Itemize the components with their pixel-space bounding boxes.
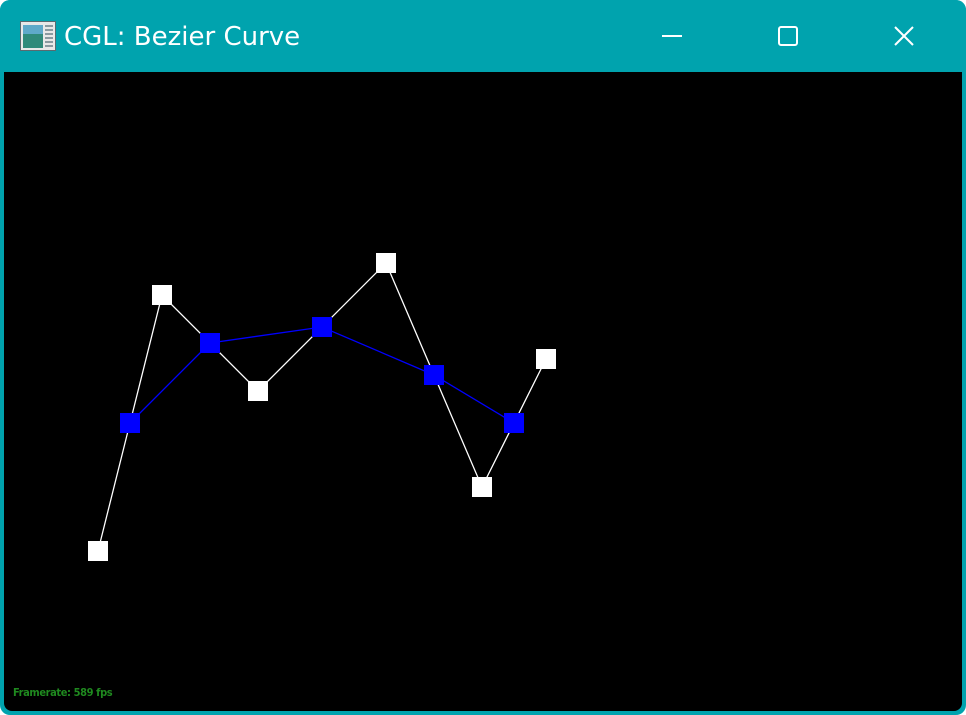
framerate-readout: Framerate: 589 fps <box>13 686 113 699</box>
framerate-label: Framerate: <box>13 686 71 699</box>
control-point-1[interactable] <box>88 541 108 561</box>
control-point-2[interactable] <box>152 285 172 305</box>
app-icon <box>20 21 56 51</box>
title-bar[interactable]: CGL: Bezier Curve <box>0 0 966 72</box>
framerate-value: 589 <box>73 686 94 699</box>
bezier-scene[interactable] <box>4 72 962 711</box>
curve-point-4[interactable] <box>424 365 444 385</box>
maximize-icon <box>778 26 798 46</box>
close-icon <box>894 26 914 46</box>
control-point-5[interactable] <box>472 477 492 497</box>
app-window: CGL: Bezier Curve Framerate: 589 fps <box>0 0 966 715</box>
control-point-3[interactable] <box>248 381 268 401</box>
control-point-6[interactable] <box>536 349 556 369</box>
control-point-4[interactable] <box>376 253 396 273</box>
bezier-curve <box>129 326 515 424</box>
minimize-button[interactable] <box>614 0 730 72</box>
render-canvas[interactable]: Framerate: 589 fps <box>4 72 962 711</box>
control-polygon <box>97 261 547 552</box>
maximize-button[interactable] <box>730 0 846 72</box>
minimize-icon <box>662 35 682 37</box>
curve-point-1[interactable] <box>120 413 140 433</box>
curve-point-5[interactable] <box>504 413 524 433</box>
close-button[interactable] <box>846 0 962 72</box>
window-title: CGL: Bezier Curve <box>64 22 301 52</box>
curve-point-2[interactable] <box>200 333 220 353</box>
framerate-unit: fps <box>96 686 113 699</box>
curve-point-3[interactable] <box>312 317 332 337</box>
